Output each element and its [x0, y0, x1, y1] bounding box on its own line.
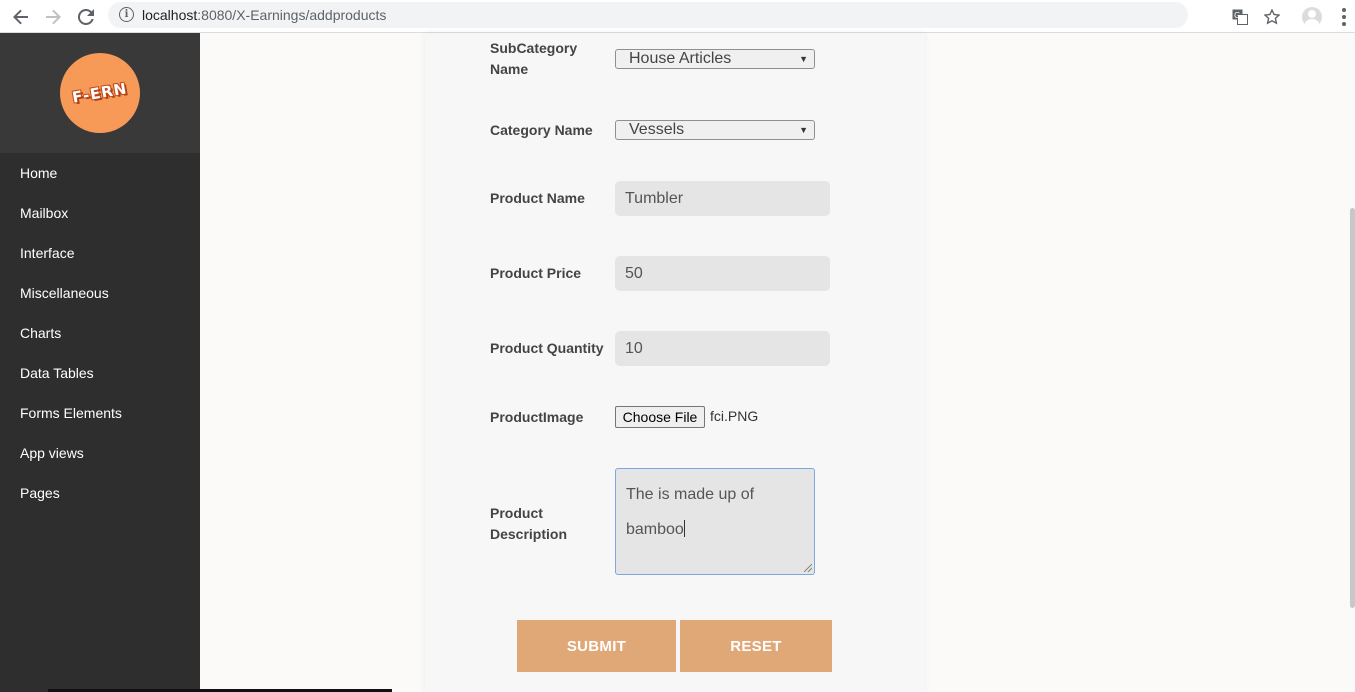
resize-handle-icon[interactable] — [804, 564, 812, 572]
product-quantity-input[interactable]: 10 — [615, 331, 830, 366]
product-image-label: ProductImage — [490, 409, 584, 425]
choose-file-button[interactable]: Choose File — [615, 406, 705, 428]
category-label: Category Name — [490, 122, 593, 138]
sidebar-item-charts[interactable]: Charts — [0, 313, 200, 353]
subcategory-select[interactable]: House Articles ▼ — [615, 49, 815, 69]
product-price-label: Product Price — [490, 265, 582, 281]
sidebar-item-interface[interactable]: Interface — [0, 233, 200, 273]
sidebar-item-data-tables[interactable]: Data Tables — [0, 353, 200, 393]
address-bar[interactable]: i localhost:8080/X-Earnings/addproducts — [108, 2, 1188, 28]
scrollbar-thumb[interactable] — [1350, 208, 1355, 608]
sidebar-item-forms-elements[interactable]: Forms Elements — [0, 393, 200, 433]
sidebar-item-pages[interactable]: Pages — [0, 473, 200, 513]
url-text: localhost:8080/X-Earnings/addproducts — [142, 7, 387, 23]
chevron-down-icon: ▼ — [799, 125, 808, 135]
product-price-input[interactable]: 50 — [615, 256, 830, 291]
menu-kebab-icon[interactable] — [1331, 4, 1355, 30]
translate-icon[interactable]: G — [1227, 4, 1253, 30]
product-name-input[interactable]: Tumbler — [615, 181, 830, 216]
bookmark-star-icon[interactable] — [1259, 4, 1285, 30]
logo-area: F-ERN — [0, 33, 200, 153]
sidebar-item-miscellaneous[interactable]: Miscellaneous — [0, 273, 200, 313]
forward-arrow-icon[interactable] — [40, 4, 66, 30]
selected-file-name: fci.PNG — [710, 408, 759, 424]
chevron-down-icon: ▼ — [799, 54, 808, 64]
reload-icon[interactable] — [73, 4, 99, 30]
reset-button[interactable]: RESET — [680, 620, 832, 672]
subcategory-label: SubCategory Name — [490, 40, 578, 77]
sidebar-item-app-views[interactable]: App views — [0, 433, 200, 473]
submit-button[interactable]: SUBMIT — [517, 620, 676, 672]
sidebar-menu: Home Mailbox Interface Miscellaneous Cha… — [0, 153, 200, 513]
info-icon[interactable]: i — [119, 7, 134, 22]
category-select[interactable]: Vessels ▼ — [615, 120, 815, 140]
product-name-label: Product Name — [490, 190, 585, 206]
sidebar-item-mailbox[interactable]: Mailbox — [0, 193, 200, 233]
logo[interactable]: F-ERN — [60, 53, 140, 133]
product-description-textarea[interactable]: The is made up of bamboo — [615, 468, 815, 575]
browser-toolbar: i localhost:8080/X-Earnings/addproducts … — [0, 0, 1355, 33]
text-cursor — [683, 520, 685, 537]
profile-icon[interactable] — [1299, 4, 1325, 30]
product-description-label: Product Description — [490, 505, 568, 542]
sidebar-item-home[interactable]: Home — [0, 153, 200, 193]
svg-text:G: G — [1234, 11, 1240, 20]
sidebar: F-ERN Home Mailbox Interface Miscellaneo… — [0, 33, 200, 692]
product-quantity-label: Product Quantity — [490, 340, 604, 356]
back-arrow-icon[interactable] — [8, 4, 34, 30]
